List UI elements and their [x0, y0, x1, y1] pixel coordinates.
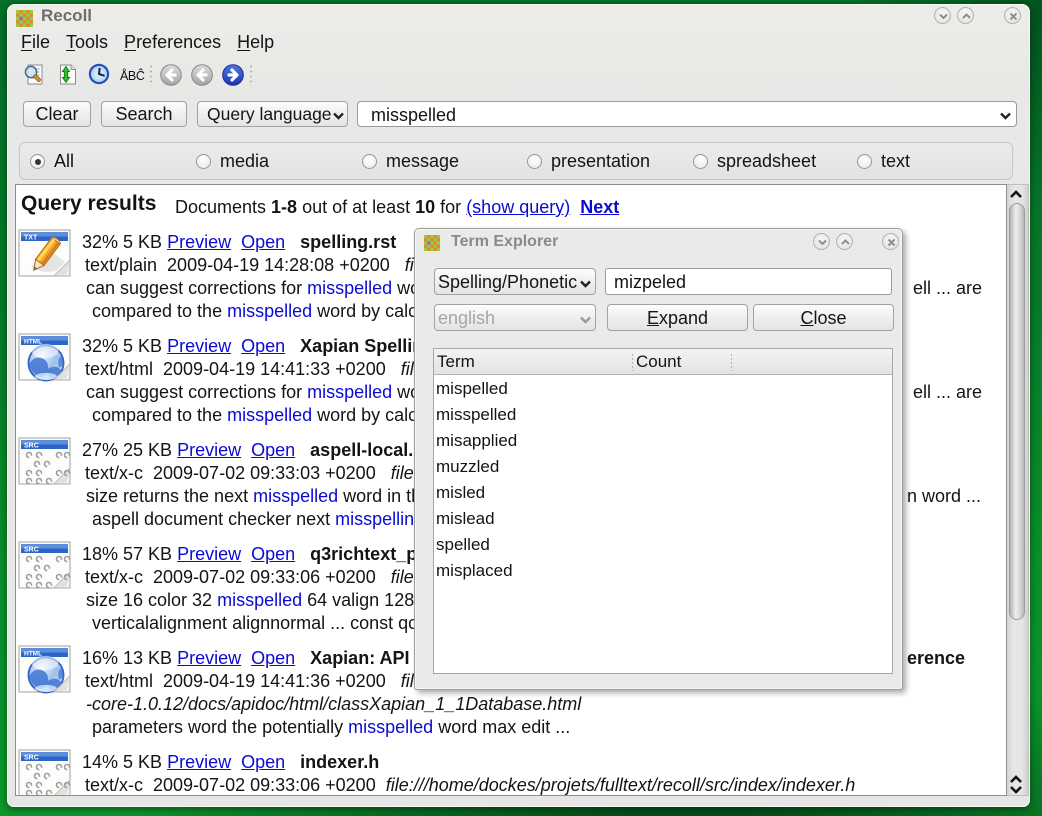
svg-text:HTML: HTML [24, 651, 42, 658]
svg-text:ÅBĈ: ÅBĈ [120, 68, 145, 83]
svg-text:SRC: SRC [24, 443, 39, 450]
svg-text:TXT: TXT [24, 235, 38, 242]
svg-text:SRC: SRC [24, 547, 39, 554]
svg-text:SRC: SRC [24, 755, 39, 762]
svg-text:HTML: HTML [24, 339, 42, 346]
